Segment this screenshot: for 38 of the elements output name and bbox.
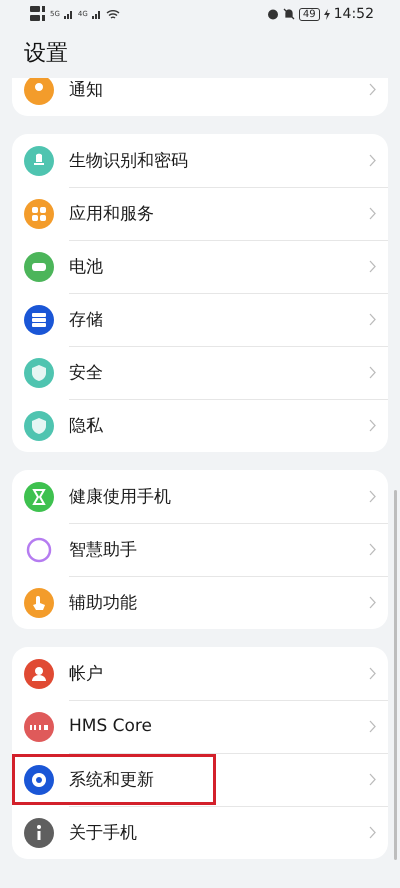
signal-icon bbox=[92, 9, 102, 19]
chevron-icon bbox=[369, 596, 376, 609]
chevron-icon bbox=[369, 490, 376, 502]
alarm-icon bbox=[266, 8, 279, 20]
settings-item[interactable]: 电池 bbox=[12, 240, 388, 293]
signal-icon bbox=[64, 9, 74, 19]
settings-item[interactable]: 辅助功能 bbox=[12, 576, 388, 629]
sim-icon bbox=[30, 5, 46, 23]
settings-item[interactable]: HMS Core bbox=[12, 700, 388, 753]
chevron-icon bbox=[369, 666, 376, 680]
bell-off-icon bbox=[282, 8, 295, 20]
chevron-icon bbox=[369, 206, 376, 220]
chevron-icon bbox=[369, 772, 376, 786]
chevron-icon bbox=[369, 720, 376, 732]
clock: 14:52 bbox=[334, 6, 374, 22]
wifi-icon bbox=[106, 8, 120, 20]
chevron-icon bbox=[369, 366, 376, 378]
chevron-icon bbox=[369, 542, 376, 556]
charging-icon bbox=[324, 8, 330, 20]
settings-item[interactable]: 关于手机 bbox=[12, 806, 388, 859]
settings-item[interactable]: 隐私 bbox=[12, 399, 388, 452]
page-title: 设置 bbox=[23, 40, 69, 68]
settings-item[interactable]: 安全 bbox=[12, 346, 388, 399]
settings-item[interactable]: 系统和更新 bbox=[12, 753, 388, 806]
chevron-icon bbox=[369, 419, 376, 432]
settings-item[interactable]: 通知 bbox=[12, 78, 388, 116]
settings-item[interactable]: 智慧助手 bbox=[12, 523, 388, 576]
chevron-icon bbox=[369, 312, 376, 326]
chevron-icon bbox=[369, 260, 376, 272]
chevron-icon bbox=[369, 154, 376, 166]
chevron-icon bbox=[369, 826, 376, 839]
settings-item[interactable]: 健康使用手机 bbox=[12, 470, 388, 523]
settings-item[interactable]: 帐户 bbox=[12, 647, 388, 700]
settings-item[interactable]: 生物识别和密码 bbox=[12, 134, 388, 187]
settings-item[interactable]: 应用和服务 bbox=[12, 187, 388, 240]
settings-item[interactable]: 存储 bbox=[12, 293, 388, 346]
battery-level: 49 bbox=[298, 8, 320, 20]
chevron-icon bbox=[369, 83, 376, 96]
